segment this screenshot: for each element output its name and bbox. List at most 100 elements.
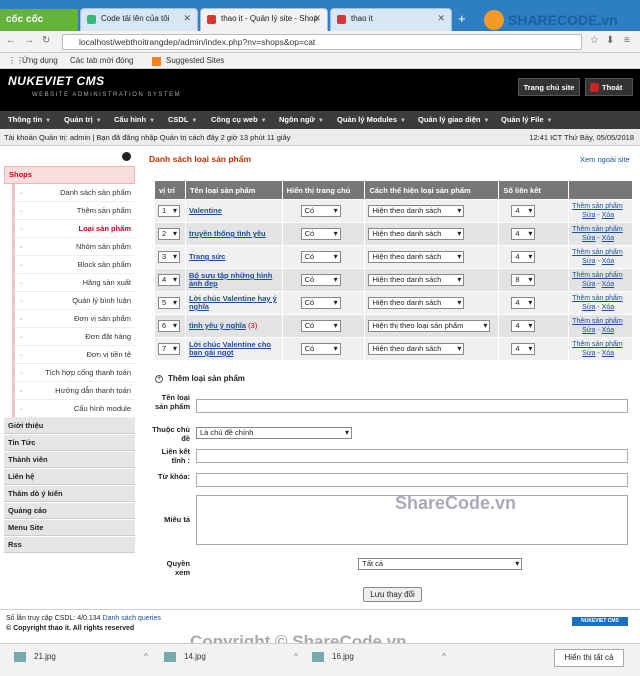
- menu-icon[interactable]: ≡: [624, 35, 630, 46]
- close-icon[interactable]: ✕: [313, 13, 321, 24]
- links-select[interactable]: 4: [511, 343, 536, 355]
- category-link[interactable]: Lời chúc Valentine cho bạn gái ngọt: [189, 340, 271, 357]
- edit-link[interactable]: Sửa: [582, 304, 595, 311]
- add-product-link[interactable]: Thêm sản phẩm: [572, 318, 623, 325]
- home-select[interactable]: Có: [300, 251, 341, 263]
- close-icon[interactable]: ✕: [183, 13, 191, 24]
- download-icon[interactable]: ⬇: [606, 35, 614, 46]
- home-select[interactable]: Có: [300, 274, 341, 286]
- edit-link[interactable]: Sửa: [582, 327, 595, 334]
- category-link[interactable]: tình yêu ý nghĩa: [189, 321, 246, 330]
- sidebar-item[interactable]: → Danh sách sản phẩm: [12, 184, 135, 202]
- add-product-link[interactable]: Thêm sản phẩm: [572, 272, 623, 279]
- sidebar-item[interactable]: → Đơn đặt hàng: [12, 328, 135, 346]
- star-icon[interactable]: ☆: [590, 35, 599, 46]
- sidebar-item[interactable]: → Thêm sản phẩm: [12, 202, 135, 220]
- position-select[interactable]: 2: [158, 228, 180, 240]
- menu-item[interactable]: CSDL ▼: [168, 111, 197, 129]
- edit-link[interactable]: Sửa: [582, 235, 595, 242]
- view-select[interactable]: Hiện theo danh sách: [368, 205, 465, 217]
- show-all-downloads-button[interactable]: Hiển thị tất cả: [554, 649, 624, 667]
- menu-item[interactable]: Công cụ web ▼: [211, 111, 267, 129]
- view-select[interactable]: Hiện theo danh sách: [368, 228, 465, 240]
- links-select[interactable]: 4: [511, 205, 536, 217]
- sidebar-item[interactable]: → Tích hợp cổng thanh toán: [12, 364, 135, 382]
- download-item[interactable]: 21.jpg ^: [14, 652, 148, 662]
- home-select[interactable]: Có: [300, 205, 341, 217]
- view-select[interactable]: Hiện theo danh sách: [368, 251, 465, 263]
- sidebar-section[interactable]: Liên hệ: [4, 469, 135, 485]
- download-item[interactable]: 16.jpg ^: [312, 652, 446, 662]
- sidebar-item[interactable]: → Hãng sản xuất: [12, 274, 135, 292]
- sidebar-section[interactable]: Rss: [4, 537, 135, 553]
- queries-link[interactable]: Danh sách queries: [103, 615, 161, 622]
- browser-tab[interactable]: thao it ✕: [330, 8, 452, 31]
- bookmark-suggested[interactable]: Suggested Sites: [166, 56, 224, 65]
- delete-link[interactable]: Xóa: [602, 212, 614, 219]
- parent-select[interactable]: Là chủ đề chính: [196, 427, 352, 439]
- edit-link[interactable]: Sửa: [582, 350, 595, 357]
- edit-link[interactable]: Sửa: [582, 212, 595, 219]
- sidebar-item-current[interactable]: → Loại sản phẩm: [12, 220, 135, 238]
- sidebar-item[interactable]: → Đơn vị sản phẩm: [12, 310, 135, 328]
- url-input[interactable]: localhost/webthoitrangdep/admin/index.ph…: [62, 34, 582, 50]
- home-select[interactable]: Có: [300, 343, 341, 355]
- delete-link[interactable]: Xóa: [602, 304, 614, 311]
- add-product-link[interactable]: Thêm sản phẩm: [572, 203, 623, 210]
- save-button[interactable]: Lưu thay đổi: [363, 587, 422, 602]
- sidebar-section[interactable]: Giới thiệu: [4, 418, 135, 434]
- chevron-up-icon[interactable]: ^: [442, 652, 446, 661]
- category-link[interactable]: truyền thống tình yêu: [189, 229, 266, 238]
- bookmark-closed-tabs[interactable]: Các tab mới đóng: [70, 56, 134, 65]
- delete-link[interactable]: Xóa: [602, 258, 614, 265]
- bookmark-apps[interactable]: Ứng dụng: [22, 56, 58, 65]
- links-select[interactable]: 4: [511, 320, 536, 332]
- sidebar-item[interactable]: → Block sản phẩm: [12, 256, 135, 274]
- links-select[interactable]: 4: [511, 251, 536, 263]
- category-link[interactable]: Trang sức: [189, 252, 225, 261]
- sidebar-section[interactable]: Thành viên: [4, 452, 135, 468]
- view-select[interactable]: Hiện theo danh sách: [368, 297, 465, 309]
- category-link[interactable]: Valentine: [189, 206, 222, 215]
- forward-icon[interactable]: →: [24, 35, 34, 46]
- sidebar-section[interactable]: Quảng cáo: [4, 503, 135, 519]
- chevron-up-icon[interactable]: ^: [294, 652, 298, 661]
- menu-item[interactable]: Quản lý Modules ▼: [337, 111, 406, 129]
- add-product-link[interactable]: Thêm sản phẩm: [572, 226, 623, 233]
- home-select[interactable]: Có: [300, 228, 341, 240]
- chevron-up-icon[interactable]: ^: [144, 652, 148, 661]
- sidebar-section[interactable]: Tin Tức: [4, 435, 135, 451]
- close-icon[interactable]: ✕: [437, 13, 445, 24]
- home-select[interactable]: Có: [300, 320, 341, 332]
- sidebar-item[interactable]: → Đơn vị tiền tệ: [12, 346, 135, 364]
- sidebar-item[interactable]: → Nhóm sản phẩm: [12, 238, 135, 256]
- category-link[interactable]: Bộ sưu tập những hình ảnh đẹp: [189, 271, 272, 288]
- delete-link[interactable]: Xóa: [602, 235, 614, 242]
- position-select[interactable]: 6: [158, 320, 180, 332]
- position-select[interactable]: 4: [158, 274, 180, 286]
- logout-button[interactable]: Thoát: [585, 78, 633, 96]
- sidebar-item[interactable]: → Quản lý bình luận: [12, 292, 135, 310]
- view-select[interactable]: Hiện thị theo loại sản phẩm: [368, 320, 491, 332]
- edit-link[interactable]: Sửa: [582, 258, 595, 265]
- add-product-link[interactable]: Thêm sản phẩm: [572, 295, 623, 302]
- delete-link[interactable]: Xóa: [602, 281, 614, 288]
- menu-item[interactable]: Thông tin ▼: [8, 111, 51, 129]
- edit-link[interactable]: Sửa: [582, 281, 595, 288]
- view-select[interactable]: Hiện theo danh sách: [368, 274, 465, 286]
- browser-tab[interactable]: Code tải lên của tôi ✕: [80, 8, 198, 31]
- menu-item[interactable]: Quản trị ▼: [64, 111, 102, 129]
- links-select[interactable]: 4: [511, 228, 536, 240]
- position-select[interactable]: 5: [158, 297, 180, 309]
- add-product-link[interactable]: Thêm sản phẩm: [572, 341, 623, 348]
- link-input[interactable]: [196, 449, 628, 463]
- browser-brand[interactable]: cốc cốc: [0, 9, 78, 31]
- delete-link[interactable]: Xóa: [602, 327, 614, 334]
- download-item[interactable]: 14.jpg ^: [164, 652, 298, 662]
- sidebar-section[interactable]: Thăm dò ý kiến: [4, 486, 135, 502]
- view-site-link[interactable]: Xem ngoài site: [580, 155, 630, 164]
- menu-item[interactable]: Ngôn ngữ ▼: [279, 111, 324, 129]
- position-select[interactable]: 3: [158, 251, 180, 263]
- sidebar-section[interactable]: Menu Site: [4, 520, 135, 536]
- sidebar-section-shops[interactable]: Shops: [4, 166, 135, 184]
